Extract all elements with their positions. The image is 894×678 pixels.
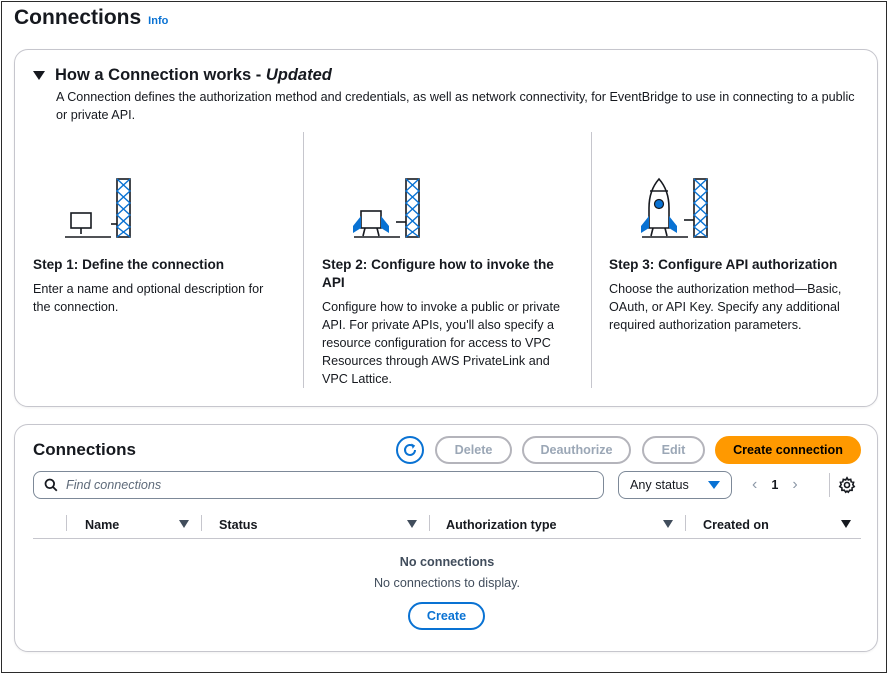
sort-descending-icon[interactable] — [841, 520, 851, 528]
column-header-authorization-type[interactable]: Authorization type — [446, 511, 557, 539]
caret-down-icon — [33, 71, 45, 80]
search-icon — [44, 478, 58, 492]
how-it-works-title: How a Connection works - Updated — [55, 66, 332, 84]
column-divider — [66, 515, 67, 531]
column-divider — [429, 515, 430, 531]
monitor-tower-icon — [65, 178, 132, 238]
empty-state-text: No connections to display. — [373, 576, 521, 590]
column-divider — [201, 515, 202, 531]
refresh-button[interactable] — [396, 436, 424, 464]
create-connection-button[interactable]: Create connection — [715, 436, 861, 464]
step-1: Step 1: Define the connection Enter a na… — [33, 132, 303, 388]
step-3-title: Step 3: Configure API authorization — [609, 257, 838, 272]
step-1-text: Enter a name and optional description fo… — [33, 282, 264, 314]
column-header-name[interactable]: Name — [85, 511, 119, 539]
connections-table-title: Connections — [33, 440, 136, 459]
search-input[interactable] — [66, 478, 586, 492]
previous-page-icon[interactable]: ‹ — [752, 476, 757, 494]
status-filter-select[interactable]: Any status — [618, 471, 732, 499]
status-filter-value: Any status — [630, 478, 689, 492]
info-link[interactable]: Info — [148, 15, 168, 27]
step-3-text: Choose the authorization method—Basic, O… — [609, 282, 842, 332]
rocket-tower-icon — [641, 177, 709, 238]
page-title: Connections — [14, 6, 142, 29]
edit-button[interactable]: Edit — [642, 436, 705, 464]
column-header-created-on[interactable]: Created on — [703, 511, 769, 539]
page-header: Connections Info — [14, 6, 168, 30]
console-frame: Connections Info How a Connection works … — [1, 1, 887, 673]
search-field — [33, 471, 604, 499]
step-2-text: Configure how to invoke a public or priv… — [322, 300, 561, 386]
column-divider — [685, 515, 686, 531]
pagination: ‹ 1 › — [752, 473, 798, 497]
step-2: Step 2: Configure how to invoke the API … — [303, 132, 591, 388]
how-it-works-description: A Connection defines the authorization m… — [56, 90, 855, 122]
step-3: Step 3: Configure API authorization Choo… — [591, 132, 861, 388]
how-it-works-toggle[interactable]: How a Connection works - Updated — [33, 66, 332, 85]
sort-icon[interactable] — [179, 520, 189, 528]
sort-icon[interactable] — [407, 520, 417, 528]
column-header-status[interactable]: Status — [219, 511, 258, 539]
caret-down-icon — [708, 481, 720, 489]
steps-row: Step 1: Define the connection Enter a na… — [15, 132, 879, 388]
deauthorize-button[interactable]: Deauthorize — [522, 436, 631, 464]
pager-divider — [829, 473, 830, 497]
current-page-number[interactable]: 1 — [771, 478, 778, 492]
gear-icon[interactable] — [838, 476, 856, 494]
how-it-works-panel: How a Connection works - Updated A Conne… — [14, 49, 878, 407]
empty-state-title: No connections — [399, 555, 495, 569]
sort-icon[interactable] — [663, 520, 673, 528]
step-2-title: Step 2: Configure how to invoke the API — [322, 257, 554, 290]
winged-module-tower-icon — [353, 178, 421, 238]
create-button[interactable]: Create — [408, 602, 485, 630]
table-header: Name Status Authorization type Created o… — [33, 511, 861, 539]
updated-label: Updated — [265, 66, 332, 84]
delete-button[interactable]: Delete — [435, 436, 512, 464]
step-1-title: Step 1: Define the connection — [33, 257, 225, 272]
refresh-icon — [404, 443, 416, 456]
connections-panel: Connections Delete Deauthorize Edit Crea… — [14, 424, 878, 652]
next-page-icon[interactable]: › — [792, 476, 797, 494]
